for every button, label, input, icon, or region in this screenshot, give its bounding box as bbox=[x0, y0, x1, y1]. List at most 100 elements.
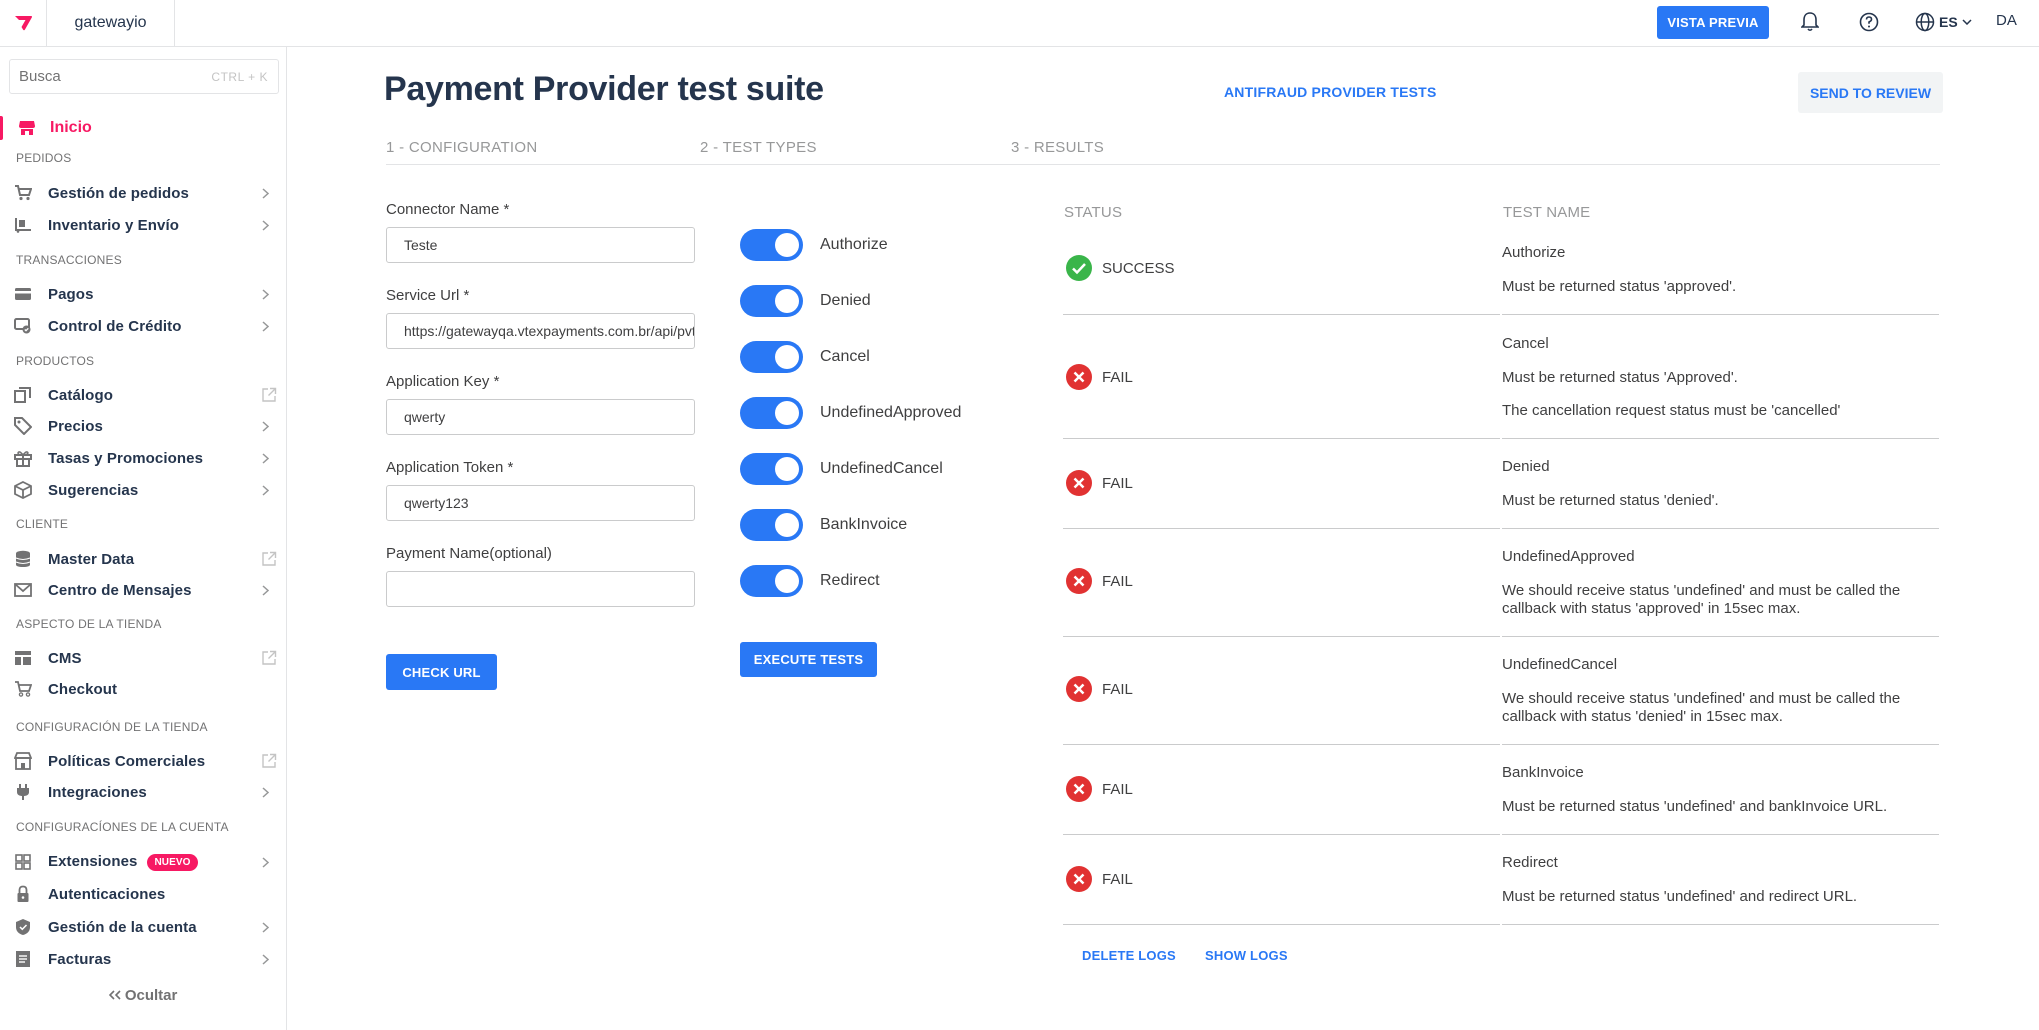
chevron-right-icon bbox=[258, 483, 272, 497]
toggle-switch[interactable] bbox=[740, 341, 803, 373]
external-link-icon bbox=[261, 650, 277, 666]
extensiones-label: Extensiones bbox=[48, 853, 138, 871]
section-aspecto-tienda: ASPECTO DE LA TIENDA bbox=[16, 617, 162, 631]
sidebar-item-politicas-comerciales[interactable]: Políticas Comerciales bbox=[0, 746, 286, 776]
sidebar-item-gestion-cuenta[interactable]: Gestión de la cuenta bbox=[0, 912, 286, 942]
sidebar-item-inicio[interactable]: Inicio bbox=[0, 110, 286, 146]
result-status-cell: FAIL bbox=[1063, 530, 1500, 637]
sidebar-item-checkout[interactable]: Checkout bbox=[0, 674, 286, 704]
vtex-logo[interactable] bbox=[0, 0, 47, 46]
test-description: We should receive status 'undefined' and… bbox=[1502, 582, 1901, 599]
toggle-switch[interactable] bbox=[740, 285, 803, 317]
toggle-denied[interactable]: Denied bbox=[740, 285, 871, 317]
sidebar-item-pagos[interactable]: Pagos bbox=[0, 279, 286, 309]
status-fail: FAIL bbox=[1066, 676, 1133, 702]
delete-logs-button[interactable]: DELETE LOGS bbox=[1082, 948, 1176, 963]
sidebar-item-cms[interactable]: CMS bbox=[0, 643, 286, 673]
sidebar-item-extensiones[interactable]: Extensiones NUEVO bbox=[0, 847, 286, 877]
application-token-input[interactable]: qwerty123 bbox=[386, 485, 695, 521]
external-link-icon bbox=[261, 387, 277, 403]
sidebar-item-autenticaciones[interactable]: Autenticaciones bbox=[0, 879, 286, 909]
toggle-authorize[interactable]: Authorize bbox=[740, 229, 888, 261]
sidebar-item-catalogo[interactable]: Catálogo bbox=[0, 380, 286, 410]
status-text: FAIL bbox=[1102, 780, 1133, 798]
chevron-right-icon bbox=[258, 287, 272, 301]
test-name: Redirect bbox=[1502, 854, 1558, 871]
step-test-types: 2 - TEST TYPES bbox=[700, 139, 817, 156]
sidebar-item-gestion-pedidos[interactable]: Gestión de pedidos bbox=[0, 178, 286, 208]
search-input[interactable]: Busca CTRL + K bbox=[9, 59, 279, 94]
chevron-right-icon bbox=[258, 855, 272, 869]
show-logs-button[interactable]: SHOW LOGS bbox=[1205, 948, 1288, 963]
chevron-right-icon bbox=[258, 186, 272, 200]
sidebar-item-precios[interactable]: Precios bbox=[0, 411, 286, 441]
toggle-redirect[interactable]: Redirect bbox=[740, 565, 880, 597]
sidebar-item-integraciones[interactable]: Integraciones bbox=[0, 777, 286, 807]
sidebar-item-label: Gestión de pedidos bbox=[48, 184, 189, 202]
credit-card-icon bbox=[14, 285, 32, 303]
send-to-review-button[interactable]: SEND TO REVIEW bbox=[1798, 72, 1943, 113]
double-chevron-left-icon bbox=[108, 990, 121, 1000]
application-key-input[interactable]: qwerty bbox=[386, 399, 695, 435]
top-bar: gatewayio VISTA PREVIA ES DA bbox=[0, 0, 2039, 47]
toggle-cancel[interactable]: Cancel bbox=[740, 341, 870, 373]
sidebar-item-master-data[interactable]: Master Data bbox=[0, 544, 286, 574]
connector-name-input[interactable]: Teste bbox=[386, 227, 695, 263]
toggle-undefined-cancel[interactable]: UndefinedCancel bbox=[740, 453, 943, 485]
sidebar-item-control-credito[interactable]: Control de Crédito bbox=[0, 311, 286, 341]
sidebar-item-centro-mensajes[interactable]: Centro de Mensajes bbox=[0, 575, 286, 605]
test-description: Must be returned status 'denied'. bbox=[1502, 492, 1719, 509]
service-url-input[interactable]: https://gatewayqa.vtexpayments.com.br/ap… bbox=[386, 313, 695, 349]
toggle-switch[interactable] bbox=[740, 565, 803, 597]
section-configuracion-tienda: CONFIGURACIÓN DE LA TIENDA bbox=[16, 720, 208, 734]
payment-name-label: Payment Name(optional) bbox=[386, 545, 552, 562]
help-icon[interactable] bbox=[1857, 10, 1881, 34]
inventory-icon bbox=[14, 216, 32, 234]
section-configuraciones-cuenta: CONFIGURACÍONES DE LA CUENTA bbox=[16, 820, 229, 834]
fail-x-icon bbox=[1066, 364, 1092, 390]
account-name[interactable]: gatewayio bbox=[47, 0, 175, 46]
result-name-cell: Authorize Must be returned status 'appro… bbox=[1502, 228, 1939, 315]
bell-icon[interactable] bbox=[1798, 10, 1822, 34]
toggle-bank-invoice[interactable]: BankInvoice bbox=[740, 509, 907, 541]
sidebar-item-inventario[interactable]: Inventario y Envío bbox=[0, 210, 286, 240]
language-label: ES bbox=[1939, 14, 1958, 30]
status-column-header: STATUS bbox=[1064, 204, 1123, 221]
toggle-switch[interactable] bbox=[740, 509, 803, 541]
hide-sidebar-button[interactable]: Ocultar bbox=[0, 987, 286, 1004]
sidebar-item-tasas-promociones[interactable]: Tasas y Promociones bbox=[0, 443, 286, 473]
toggle-switch[interactable] bbox=[740, 453, 803, 485]
test-name: Authorize bbox=[1502, 244, 1566, 261]
chevron-right-icon bbox=[258, 218, 272, 232]
sidebar-item-sugerencias[interactable]: Sugerencias bbox=[0, 475, 286, 505]
toggle-label: BankInvoice bbox=[820, 516, 908, 533]
sidebar-item-facturas[interactable]: Facturas bbox=[0, 944, 286, 974]
gift-icon bbox=[14, 449, 32, 467]
external-link-icon bbox=[261, 753, 277, 769]
check-url-button[interactable]: CHECK URL bbox=[386, 654, 497, 690]
status-text: FAIL bbox=[1102, 572, 1133, 590]
toggle-switch[interactable] bbox=[740, 397, 803, 429]
execute-tests-button[interactable]: EXECUTE TESTS bbox=[740, 642, 877, 677]
user-avatar[interactable]: DA bbox=[1996, 12, 2017, 29]
fail-x-icon bbox=[1066, 866, 1092, 892]
sidebar-item-label: Políticas Comerciales bbox=[48, 752, 206, 770]
result-name-cell: BankInvoice Must be returned status 'und… bbox=[1502, 746, 1939, 835]
success-check-icon bbox=[1066, 255, 1092, 281]
result-name-cell: UndefinedApproved We should receive stat… bbox=[1502, 530, 1939, 637]
language-selector[interactable]: ES bbox=[1915, 10, 1972, 34]
toggle-undefined-approved[interactable]: UndefinedApproved bbox=[740, 397, 961, 429]
antifraud-tests-link[interactable]: ANTIFRAUD PROVIDER TESTS bbox=[1224, 84, 1436, 100]
steps-divider bbox=[386, 164, 1940, 165]
preview-button[interactable]: VISTA PREVIA bbox=[1657, 6, 1769, 39]
sidebar: Busca CTRL + K Inicio PEDIDOS Gestión de… bbox=[0, 47, 287, 1030]
status-fail: FAIL bbox=[1066, 470, 1133, 496]
step-configuration: 1 - CONFIGURATION bbox=[386, 139, 538, 156]
application-key-label: Application Key * bbox=[386, 373, 500, 390]
sidebar-item-label: Precios bbox=[48, 417, 103, 435]
toggle-switch[interactable] bbox=[740, 229, 803, 261]
section-transacciones: TRANSACCIONES bbox=[16, 253, 122, 267]
test-name: UndefinedCancel bbox=[1502, 656, 1618, 673]
payment-name-input[interactable] bbox=[386, 571, 695, 607]
status-fail: FAIL bbox=[1066, 776, 1133, 802]
